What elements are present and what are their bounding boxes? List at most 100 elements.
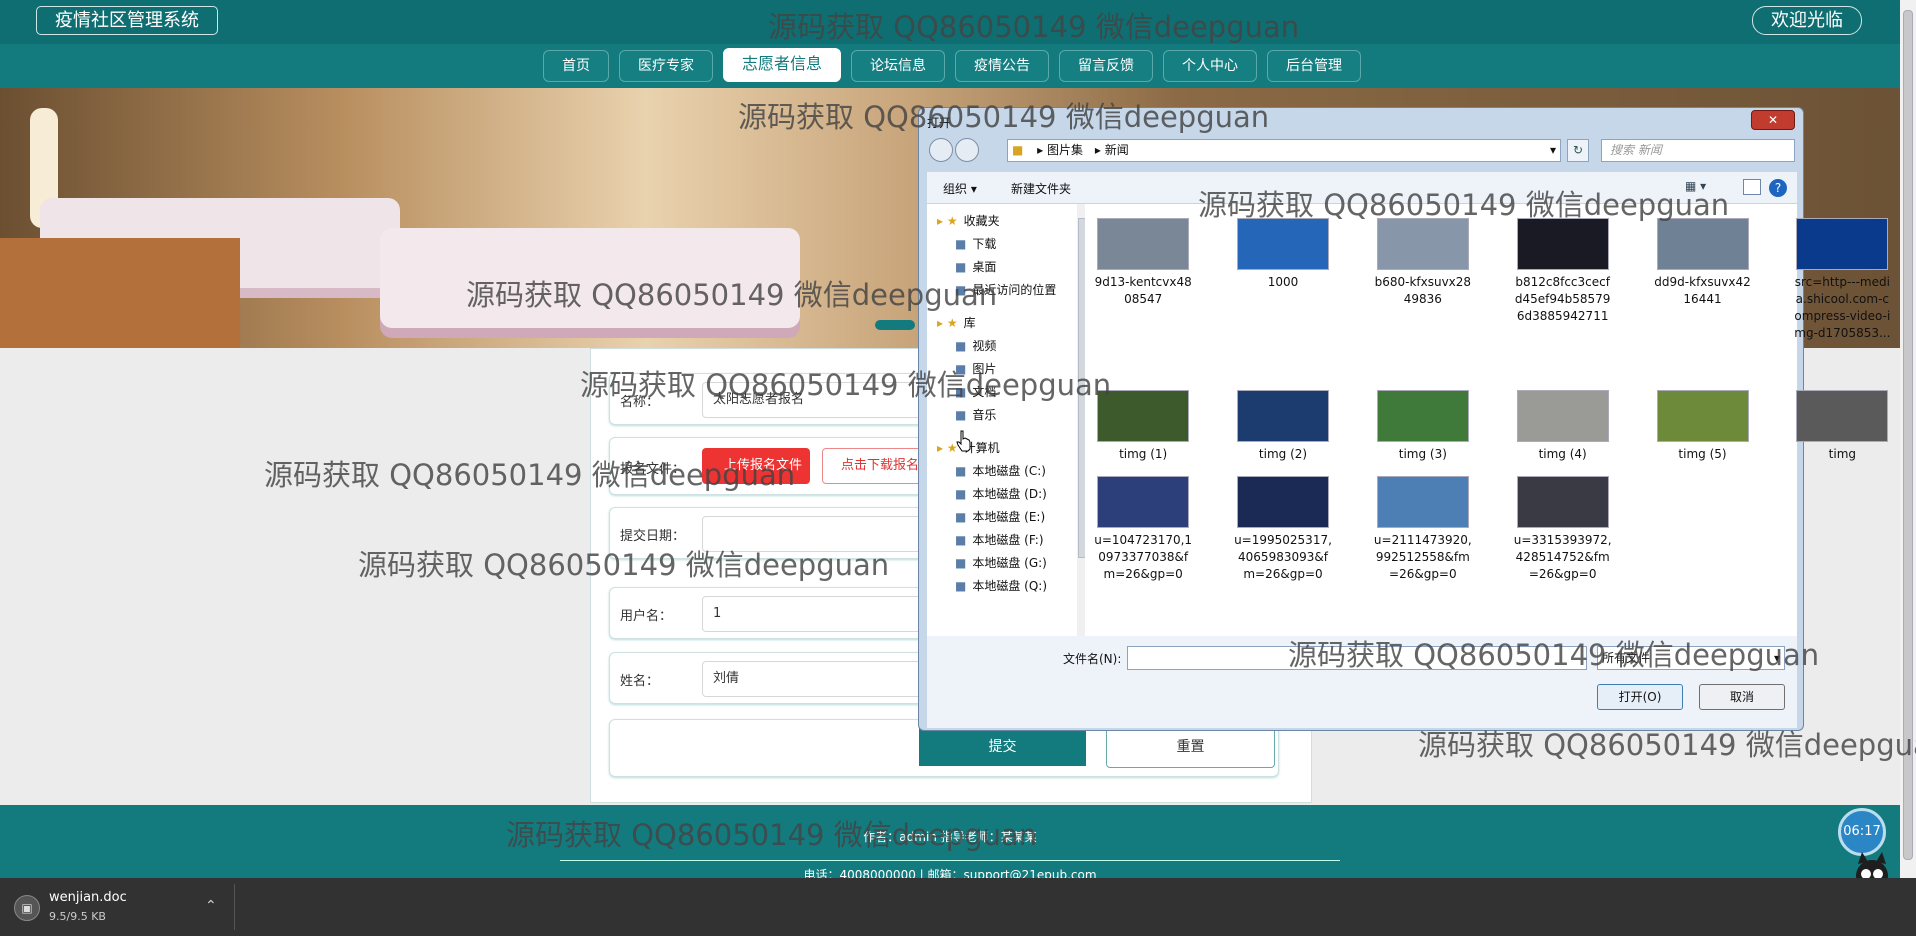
- chevron-up-icon[interactable]: ⌃: [205, 898, 217, 914]
- file-name: u=1995025317,4065983093&fm=26&gp=0: [1234, 533, 1332, 581]
- download-filename[interactable]: wenjian.doc: [49, 890, 127, 905]
- filename-label: 文件名(N):: [1063, 652, 1122, 666]
- watermark-text: 源码获取 QQ86050149 微信deepguan: [358, 548, 890, 582]
- nav-item-1[interactable]: 医疗专家: [618, 50, 713, 82]
- file-name: u=104723170,10973377038&fm=26&gp=0: [1094, 533, 1193, 581]
- nav-pane-item[interactable]: ■ 本地磁盘 (G:): [955, 554, 1047, 571]
- folder-icon: ■: [955, 339, 967, 353]
- file-item[interactable]: timg: [1792, 390, 1892, 463]
- preview-pane-icon[interactable]: [1743, 179, 1761, 195]
- welcome-badge[interactable]: 欢迎光临: [1752, 6, 1862, 35]
- folder-icon: ■: [955, 408, 967, 422]
- watermark-text: 源码获取 QQ86050149 微信deepguan: [580, 368, 1112, 402]
- footer-divider: [560, 860, 1340, 861]
- nav-pane-item[interactable]: ■ 本地磁盘 (F:): [955, 531, 1044, 548]
- file-thumbnail: [1376, 390, 1469, 442]
- submit-button[interactable]: 提交: [919, 728, 1086, 766]
- path-dropdown-icon[interactable]: ▾: [1550, 140, 1556, 161]
- watermark-text: 源码获取 QQ86050149 微信deepguan: [768, 10, 1300, 44]
- file-thumbnail: [1796, 218, 1889, 270]
- download-bar: [0, 878, 1916, 936]
- nav-pane-label: 本地磁盘 (F:): [972, 533, 1044, 547]
- folder-icon: ■: [955, 487, 967, 501]
- file-thumbnail: [1516, 390, 1609, 442]
- cancel-button[interactable]: 取消: [1699, 684, 1785, 710]
- nav-pane-label: 本地磁盘 (Q:): [972, 579, 1048, 593]
- nav-pane-label: 本地磁盘 (D:): [972, 487, 1047, 501]
- file-name: timg (5): [1678, 447, 1727, 461]
- nav-pane-label: 视频: [972, 339, 997, 353]
- file-item[interactable]: u=104723170,10973377038&fm=26&gp=0: [1093, 476, 1193, 583]
- file-name: timg (3): [1398, 447, 1447, 461]
- download-file-button[interactable]: 点击下载报名: [822, 448, 932, 484]
- file-item[interactable]: 9d13-kentcvx4808547: [1093, 218, 1193, 308]
- watermark-text: 源码获取 QQ86050149 微信deepguan: [264, 458, 796, 492]
- file-item[interactable]: 1000: [1233, 218, 1333, 291]
- nav-pane-item[interactable]: ▸ ★ 收藏夹: [937, 212, 1000, 229]
- realname-label: 姓名：: [620, 674, 660, 689]
- nav-item-2[interactable]: 志愿者信息: [722, 48, 841, 82]
- file-item[interactable]: timg (3): [1373, 390, 1473, 463]
- file-item[interactable]: dd9d-kfxsuvx4216441: [1653, 218, 1753, 308]
- nav-pane-label: 收藏夹: [963, 214, 1000, 228]
- file-item[interactable]: b812c8fcc3cecfd45ef94b585796d3885942711: [1513, 218, 1613, 325]
- file-item[interactable]: timg (2): [1233, 390, 1333, 463]
- download-label: 点击下载报名: [841, 458, 920, 473]
- watermark-text: 源码获取 QQ86050149 微信deepguan: [506, 818, 1038, 852]
- file-item[interactable]: timg (5): [1653, 390, 1753, 463]
- file-name: b680-kfxsuvx2849836: [1374, 275, 1472, 306]
- nav-item-0[interactable]: 首页: [542, 50, 609, 82]
- nav-pane-label: 音乐: [972, 408, 997, 422]
- nav-pane-item[interactable]: ■ 音乐: [955, 406, 996, 423]
- nav-item-6[interactable]: 个人中心: [1163, 50, 1257, 82]
- tree-group-icon: ▸ ★: [937, 441, 958, 455]
- help-icon[interactable]: ?: [1769, 179, 1787, 197]
- file-item[interactable]: timg (4): [1513, 390, 1613, 463]
- path-box[interactable]: ■ ▸ 图片集 ▸ 新闻 ▾: [1007, 139, 1561, 162]
- search-input[interactable]: 搜索 新闻: [1601, 139, 1795, 162]
- organize-menu[interactable]: 组织 ▾: [943, 180, 977, 197]
- open-button[interactable]: 打开(O): [1597, 684, 1683, 710]
- carousel-indicator[interactable]: [875, 320, 915, 330]
- nav-item-4[interactable]: 疫情公告: [955, 50, 1049, 82]
- folder-icon: ■: [1012, 143, 1024, 157]
- folder-icon: ■: [955, 533, 967, 547]
- watermark-text: 源码获取 QQ86050149 微信deepguan: [738, 100, 1270, 134]
- watermark-text: 源码获取 QQ86050149 微信deepguan: [1198, 188, 1730, 222]
- nav-pane-item[interactable]: ■ 本地磁盘 (E:): [955, 508, 1045, 525]
- dialog-close-button[interactable]: ✕: [1751, 110, 1795, 130]
- file-item[interactable]: u=2111473920,992512558&fm=26&gp=0: [1373, 476, 1473, 583]
- forward-icon[interactable]: [955, 138, 979, 162]
- nav-item-7[interactable]: 后台管理: [1267, 50, 1361, 82]
- file-name: src=http---media.shicool.com-compress-vi…: [1794, 275, 1891, 340]
- refresh-icon[interactable]: ↻: [1567, 139, 1589, 162]
- file-item[interactable]: u=3315393972,428514752&fm=26&gp=0: [1513, 476, 1613, 583]
- nav-pane-label: 库: [963, 316, 976, 330]
- reset-button[interactable]: 重置: [1106, 726, 1275, 768]
- file-thumbnail: [1376, 476, 1469, 528]
- new-folder-button[interactable]: 新建文件夹: [1011, 180, 1071, 197]
- navigation-pane: ▸ ★ 收藏夹 ■ 下载 ■ 桌面 ■ 最近访问的位置 ▸ ★ 库 ■ 视频 ■ 图片 ■ 文档 ■ 音乐 ▸ ★ 计…: [927, 204, 1089, 636]
- file-thumbnail: [1516, 218, 1609, 270]
- file-item[interactable]: src=http---media.shicool.com-compress-vi…: [1792, 218, 1892, 342]
- nav-pane-item[interactable]: ■ 下载: [955, 235, 996, 252]
- username-label: 用户名：: [620, 609, 673, 624]
- nav-item-5[interactable]: 留言反馈: [1059, 50, 1153, 82]
- path-segment[interactable]: ▸ 图片集: [1037, 143, 1083, 157]
- banner-cabinet: [0, 238, 240, 348]
- document-icon: ▣: [14, 895, 40, 921]
- nav-item-3[interactable]: 论坛信息: [851, 50, 945, 82]
- file-name: b812c8fcc3cecfd45ef94b585796d3885942711: [1514, 275, 1611, 323]
- brand-title[interactable]: 疫情社区管理系统: [36, 6, 218, 35]
- back-icon[interactable]: [929, 138, 953, 162]
- tree-group-icon: ▸ ★: [937, 214, 958, 228]
- nav-pane-item[interactable]: ■ 本地磁盘 (C:): [955, 462, 1046, 479]
- file-item[interactable]: u=1995025317,4065983093&fm=26&gp=0: [1233, 476, 1333, 583]
- nav-pane-item[interactable]: ■ 本地磁盘 (Q:): [955, 577, 1047, 594]
- nav-pane-item[interactable]: ▸ ★ 库: [937, 314, 976, 331]
- nav-pane-item[interactable]: ■ 本地磁盘 (D:): [955, 485, 1047, 502]
- file-item[interactable]: b680-kfxsuvx2849836: [1373, 218, 1473, 308]
- nav-pane-item[interactable]: ■ 视频: [955, 337, 996, 354]
- path-segment[interactable]: ▸ 新闻: [1095, 143, 1129, 157]
- folder-icon: ■: [955, 579, 967, 593]
